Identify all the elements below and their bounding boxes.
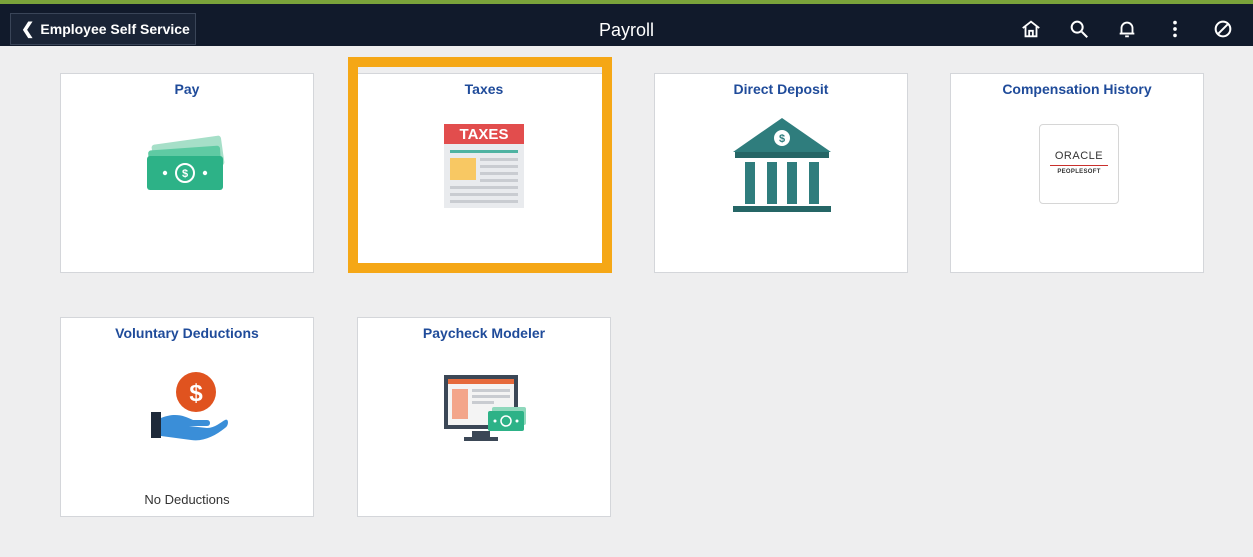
top-header-bar: ❮ Employee Self Service Payroll bbox=[0, 0, 1253, 46]
hand-dollar-icon: $ bbox=[151, 372, 228, 441]
svg-text:$: $ bbox=[182, 168, 188, 180]
money-icon: $ bbox=[147, 135, 225, 190]
tile-paycheck-modeler[interactable]: Paycheck Modeler bbox=[357, 317, 611, 517]
home-icon[interactable] bbox=[1007, 14, 1055, 44]
peoplesoft-logo-text: PEOPLESOFT bbox=[1057, 169, 1101, 175]
tile-voluntary-deductions[interactable]: Voluntary Deductions $ No Deductions bbox=[60, 317, 314, 517]
tile-title: Pay bbox=[174, 81, 200, 97]
bell-icon[interactable] bbox=[1103, 14, 1151, 44]
header-actions bbox=[1007, 14, 1247, 44]
search-icon[interactable] bbox=[1055, 14, 1103, 44]
tile-title: Paycheck Modeler bbox=[422, 325, 546, 341]
tile-title: Direct Deposit bbox=[733, 81, 829, 97]
tile-compensation-history[interactable]: Compensation History ORACLE PEOPLESOFT bbox=[950, 73, 1204, 273]
logo-divider bbox=[1050, 165, 1108, 166]
tile-title: Voluntary Deductions bbox=[115, 325, 259, 341]
tile-footer-status: No Deductions bbox=[144, 492, 230, 507]
tile-pay[interactable]: Pay $ bbox=[60, 73, 314, 273]
more-icon[interactable] bbox=[1151, 14, 1199, 44]
tile-title: Compensation History bbox=[1002, 81, 1152, 97]
svg-text:$: $ bbox=[189, 380, 203, 407]
taxes-highlight-frame bbox=[348, 57, 612, 273]
tile-direct-deposit[interactable]: Direct Deposit $ bbox=[654, 73, 908, 273]
monitor-money-icon bbox=[444, 375, 526, 441]
oracle-logo-text: ORACLE bbox=[1054, 150, 1104, 162]
navbar-icon[interactable] bbox=[1199, 14, 1247, 44]
bank-icon: $ bbox=[733, 118, 831, 212]
svg-text:$: $ bbox=[779, 133, 785, 145]
oracle-peoplesoft-logo: ORACLE PEOPLESOFT bbox=[1039, 124, 1119, 204]
